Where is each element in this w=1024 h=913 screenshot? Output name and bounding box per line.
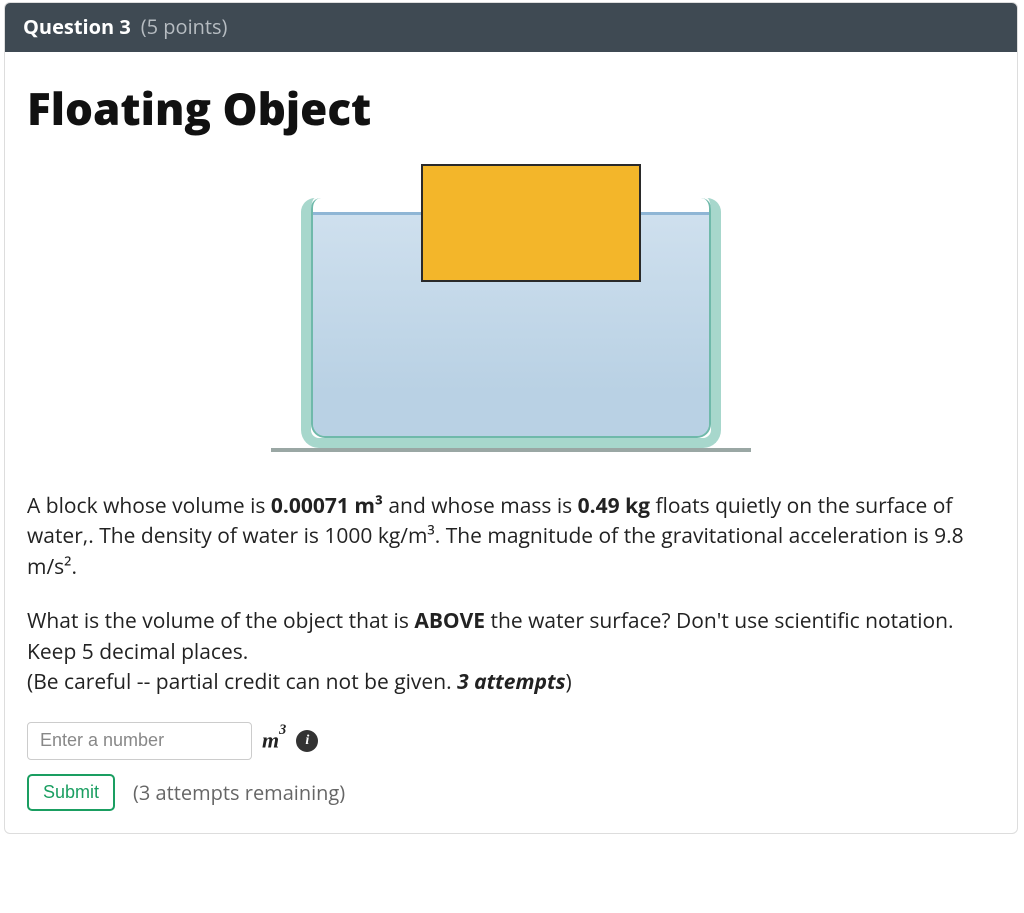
- floating-block: [421, 164, 641, 282]
- attempts-emphasis: 3 attempts: [457, 668, 565, 696]
- answer-unit-label: m3: [262, 727, 286, 753]
- answer-input[interactable]: [27, 722, 252, 760]
- attempts-remaining-label: (3 attempts remaining): [133, 779, 345, 806]
- figure-container: [27, 148, 995, 473]
- floating-object-figure: [261, 148, 761, 468]
- text: and whose mass is: [383, 492, 578, 520]
- page-title: Floating Object: [27, 78, 995, 138]
- problem-paragraph-1: A block whose volume is 0.00071 m³ and w…: [27, 491, 995, 582]
- question-points-label: (5 points): [141, 13, 228, 40]
- problem-paragraph-2: What is the volume of the object that is…: [27, 606, 995, 697]
- question-header: Question 3 (5 points): [5, 3, 1017, 52]
- answer-row: m3 i: [27, 722, 995, 760]
- submit-button[interactable]: Submit: [27, 774, 115, 811]
- text: (Be careful -- partial credit can not be…: [27, 668, 457, 696]
- question-number-label: Question 3: [23, 13, 131, 40]
- table-surface: [271, 448, 751, 452]
- question-card: Question 3 (5 points) Floating Object A …: [4, 2, 1018, 834]
- info-icon[interactable]: i: [296, 730, 318, 752]
- mass-value: 0.49 kg: [578, 492, 650, 520]
- submit-row: Submit (3 attempts remaining): [27, 774, 995, 811]
- above-emphasis: ABOVE: [414, 607, 485, 635]
- text: ): [566, 668, 572, 696]
- volume-value: 0.00071 m³: [271, 492, 383, 520]
- question-body: Floating Object A block whose volume is …: [5, 52, 1017, 833]
- text: A block whose volume is: [27, 492, 271, 520]
- text: What is the volume of the object that is: [27, 607, 414, 635]
